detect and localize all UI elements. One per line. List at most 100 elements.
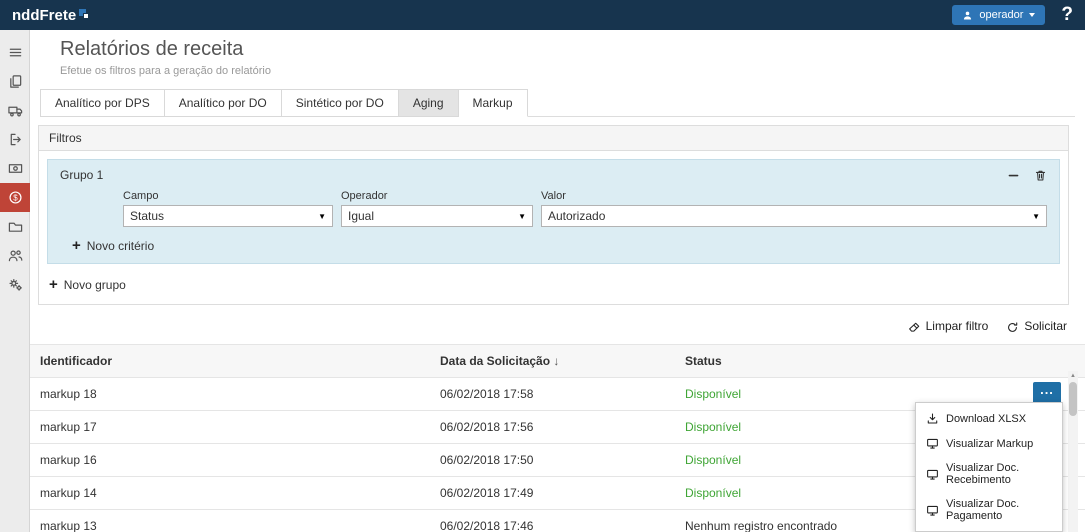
sidebar-item-transport[interactable] [0, 96, 30, 125]
menu-item-visualizar-doc-recebimento[interactable]: Visualizar Doc. Recebimento [916, 456, 1062, 492]
sidebar-item-export[interactable] [0, 125, 30, 154]
menu-item-visualizar-markup[interactable]: Visualizar Markup [916, 431, 1062, 456]
sidebar-item-documents[interactable] [0, 67, 30, 96]
col-data-solicitacao[interactable]: Data da Solicitação ↓ [430, 344, 675, 377]
field-operador: OperadorIgual▼ [341, 190, 533, 227]
refresh-icon-holder [1006, 319, 1019, 333]
topbar-right: operador ? [952, 4, 1077, 26]
new-group-label: Novo grupo [64, 278, 126, 292]
monitor-icon [926, 468, 939, 481]
clear-filter-label: Limpar filtro [926, 319, 989, 333]
group-tools [1007, 168, 1047, 182]
tab-markup[interactable]: Markup [459, 89, 528, 117]
menu-item-label: Download XLSX [946, 413, 1026, 425]
coin-icon: $ [8, 190, 23, 205]
group-title: Grupo 1 [60, 168, 103, 182]
col-identificador-label: Identificador [40, 354, 112, 368]
page-title: Relatórios de receita [60, 38, 1085, 61]
tab-aging[interactable]: Aging [399, 89, 459, 117]
monitor-icon [926, 437, 939, 450]
caret-down-icon [1029, 13, 1035, 17]
help-button[interactable]: ? [1057, 4, 1077, 26]
valor-select[interactable]: Autorizado▼ [541, 205, 1047, 227]
field-valor: Valor Autorizado▼ [541, 190, 1047, 227]
cell-identificador: markup 17 [30, 410, 430, 443]
scroll-up-button[interactable]: ▲ [1068, 371, 1078, 381]
delete-group-button[interactable] [1034, 168, 1047, 182]
status-text: Disponível [685, 420, 741, 434]
campo-select[interactable]: Status ▼ [123, 205, 333, 227]
tab-analitico-por-dps[interactable]: Analítico por DPS [40, 89, 165, 117]
monitor-icon [926, 504, 939, 517]
menu-item-visualizar-doc-pagamento[interactable]: Visualizar Doc. Pagamento [916, 492, 1062, 528]
topbar: nddFrete operador ? [0, 0, 1085, 30]
sort-desc-icon: ↓ [553, 354, 559, 368]
request-button[interactable]: Solicitar [1006, 319, 1067, 333]
cell-identificador: markup 18 [30, 377, 430, 410]
cell-identificador: markup 13 [30, 509, 430, 532]
gears-icon [8, 277, 23, 292]
user-label: operador [979, 9, 1023, 21]
table-header-row: Identificador Data da Solicitação ↓ Stat… [30, 344, 1085, 377]
col-data-label: Data da Solicitação [440, 354, 550, 368]
select-caret-icon: ▼ [1032, 212, 1040, 221]
money-icon [8, 161, 23, 176]
context-menu: Download XLSX Visualizar Markup Visualizar… [915, 402, 1063, 532]
page-subtitle: Efetue os filtros para a geração do rela… [60, 65, 1085, 77]
filters-body: Grupo 1 Campo Status ▼ OperadorIgual▼ Valor A… [39, 151, 1068, 304]
menu-item-download-xlsx[interactable]: Download XLSX [916, 406, 1062, 431]
operador-select[interactable]: Igual▼ [341, 205, 533, 227]
sidebar: $ [0, 30, 30, 532]
menu-item-label: Visualizar Doc. Pagamento [946, 498, 1052, 522]
sidebar-item-settings[interactable] [0, 270, 30, 299]
filters-panel-header: Filtros [39, 126, 1068, 151]
sidebar-item-archive[interactable] [0, 212, 30, 241]
status-text: Disponível [685, 387, 741, 401]
field-label: Valor [541, 190, 1047, 202]
page-head: Relatórios de receita Efetue os filtros … [30, 30, 1085, 77]
table-scrollbar[interactable]: ▲ [1068, 371, 1078, 532]
select-value: Status [130, 209, 164, 223]
filters-panel: Filtros Grupo 1 Campo Status ▼ OperadorIgua… [38, 125, 1069, 305]
collapse-group-button[interactable] [1007, 168, 1020, 182]
folder-icon [8, 219, 23, 234]
download-icon [926, 412, 939, 425]
documents-icon [8, 74, 23, 89]
cell-identificador: markup 14 [30, 476, 430, 509]
tab-analitico-por-do[interactable]: Analítico por DO [165, 89, 282, 117]
menu-item-label: Visualizar Markup [946, 438, 1033, 450]
sidebar-item-users[interactable] [0, 241, 30, 270]
clear-filter-button[interactable]: Limpar filtro [908, 319, 989, 333]
new-criterion-label: Novo critério [87, 239, 154, 253]
eraser-icon [908, 321, 921, 334]
select-caret-icon: ▼ [318, 212, 326, 221]
minus-icon [1007, 169, 1020, 182]
tab-sintetico-por-do[interactable]: Sintético por DO [282, 89, 399, 117]
user-icon [962, 10, 973, 21]
user-menu-button[interactable]: operador [952, 5, 1045, 25]
col-identificador[interactable]: Identificador [30, 344, 430, 377]
menu-item-label: Visualizar Doc. Recebimento [946, 462, 1052, 486]
cell-data-solicitacao: 06/02/2018 17:56 [430, 410, 675, 443]
tabs: Analítico por DPSAnalítico por DOSintéti… [40, 89, 1075, 117]
filter-fields: Campo Status ▼ OperadorIgual▼ Valor Autorizad… [58, 190, 1049, 227]
new-criterion-link[interactable]: + Novo critério [72, 239, 154, 253]
new-group-link[interactable]: + Novo grupo [49, 278, 126, 292]
scrollbar-thumb[interactable] [1069, 382, 1077, 416]
col-status-label: Status [685, 354, 722, 368]
sidebar-item-payments[interactable] [0, 154, 30, 183]
select-value: Igual [348, 209, 374, 223]
cell-data-solicitacao: 06/02/2018 17:50 [430, 443, 675, 476]
sidebar-item-revenue[interactable]: $ [0, 183, 30, 212]
plus-icon: + [72, 240, 81, 252]
field-label: Campo [123, 190, 333, 202]
filter-group-header: Grupo 1 [58, 166, 1049, 190]
hamburger-icon [8, 45, 23, 60]
cell-identificador: markup 16 [30, 443, 430, 476]
trash-icon [1034, 169, 1047, 182]
logo: nddFrete [12, 7, 90, 24]
col-status[interactable]: Status [675, 344, 1085, 377]
status-text: Nenhum registro encontrado [685, 519, 837, 532]
sidebar-item-menu[interactable] [0, 38, 30, 67]
field-campo: Campo Status ▼ [123, 190, 333, 227]
